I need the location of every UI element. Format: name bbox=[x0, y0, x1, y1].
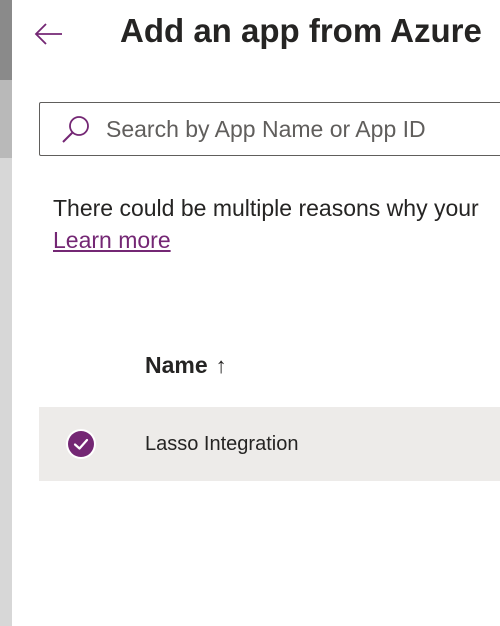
background-overlay bbox=[0, 0, 12, 626]
column-header-name[interactable]: Name ↑ bbox=[145, 352, 227, 379]
info-message: There could be multiple reasons why your… bbox=[53, 192, 479, 256]
table-row[interactable]: Lasso Integration bbox=[39, 407, 500, 481]
row-name: Lasso Integration bbox=[145, 433, 299, 455]
back-button[interactable] bbox=[30, 16, 66, 52]
sort-ascending-icon: ↑ bbox=[215, 352, 227, 378]
background-overlay-mid bbox=[0, 80, 12, 158]
search-input[interactable] bbox=[104, 114, 500, 144]
background-overlay-dark bbox=[0, 0, 12, 80]
column-header-label: Name bbox=[145, 352, 208, 378]
info-text: There could be multiple reasons why your bbox=[53, 195, 479, 221]
search-icon bbox=[60, 113, 92, 145]
arrow-left-icon bbox=[34, 23, 62, 45]
add-app-panel: Add an app from Azure There could be mul… bbox=[12, 0, 500, 626]
search-box[interactable] bbox=[39, 102, 500, 156]
checkmark-circle-icon[interactable] bbox=[65, 428, 97, 460]
page-title: Add an app from Azure bbox=[120, 12, 482, 49]
learn-more-link[interactable]: Learn more bbox=[53, 224, 171, 256]
